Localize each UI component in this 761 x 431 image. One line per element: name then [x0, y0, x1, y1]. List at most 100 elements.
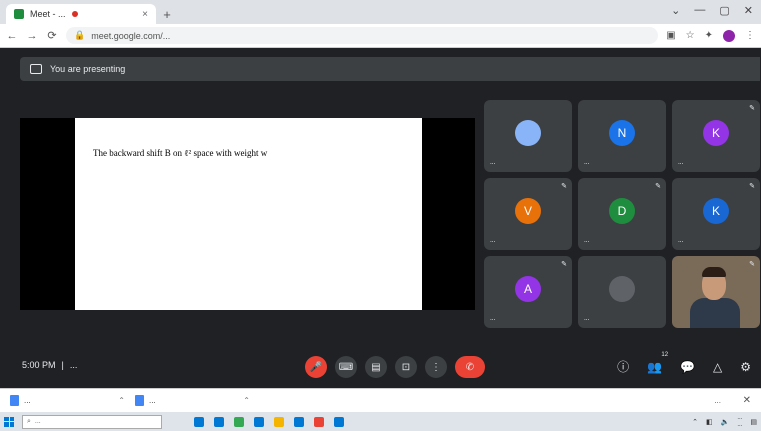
search-icon: ⌕ — [27, 417, 31, 425]
forward-icon[interactable]: → — [26, 30, 38, 42]
clock[interactable]: ... ... — [737, 415, 742, 429]
network-icon[interactable]: ◧ — [706, 418, 713, 426]
presenting-banner: You are presenting — [20, 57, 760, 81]
download-item[interactable]: ... ⌃ — [10, 395, 125, 406]
notifications-icon[interactable]: ▤ — [750, 418, 757, 426]
raise-hand-button[interactable]: ▤ — [365, 356, 387, 378]
camera-indicator-icon[interactable]: ▣ — [666, 30, 675, 42]
participant-photo — [515, 120, 541, 146]
new-tab-button[interactable]: + — [156, 4, 178, 24]
more-options-button[interactable]: ⋮ — [425, 356, 447, 378]
app-icon[interactable] — [214, 416, 224, 427]
volume-icon[interactable]: 🔈 — [721, 418, 730, 426]
store-icon[interactable] — [294, 416, 304, 427]
chevron-up-icon[interactable]: ⌃ — [243, 396, 250, 405]
others-tile[interactable]: ... — [578, 256, 666, 328]
mic-off-icon: ✎ — [749, 105, 755, 112]
self-video-tile[interactable]: ✎ — [672, 256, 760, 328]
meeting-code: ... — [69, 360, 78, 370]
url-text: meet.google.com/... — [91, 30, 171, 41]
windows-taskbar: ⌕ ... ⌃ ◧ 🔈 ... ... ▤ — [0, 412, 761, 431]
maximize-button[interactable]: ▢ — [719, 4, 729, 17]
meet-area: You are presenting The backward shift B … — [0, 48, 761, 388]
screen: Meet - ... × + ⌄ — ▢ ✕ ← → ⟳ 🔒 meet.goog… — [0, 0, 761, 431]
recording-dot-icon — [71, 11, 78, 17]
system-tray: ⌃ ◧ 🔈 ... ... ▤ — [692, 415, 761, 429]
participant-name: ... — [678, 237, 684, 244]
tab-title: Meet - ... — [30, 9, 66, 19]
meet-favicon-icon — [14, 9, 24, 19]
close-window-button[interactable]: ✕ — [744, 4, 753, 17]
present-button[interactable]: ⊡ — [395, 356, 417, 378]
menu-icon[interactable]: ⋮ — [745, 30, 755, 42]
file-explorer-icon[interactable] — [274, 416, 284, 427]
participant-name: ... — [490, 315, 496, 322]
participant-name: ... — [584, 159, 590, 166]
download-name: ... — [149, 396, 156, 405]
separator: | — [61, 360, 64, 370]
show-all-button[interactable]: ... — [714, 396, 721, 405]
taskbar-apps — [194, 416, 344, 427]
profile-avatar[interactable] — [723, 29, 735, 42]
participant-avatar: K — [703, 120, 729, 146]
people-count: 12 — [661, 351, 669, 358]
window-controls: ⌄ — ▢ ✕ — [671, 4, 753, 17]
others-avatars — [609, 276, 635, 302]
toolbar-actions: ▣ ☆ ✦ ⋮ — [666, 29, 755, 42]
tab-search-button[interactable]: ⌄ — [671, 4, 680, 17]
slide-text: The backward shift B on ℓ² space with we… — [93, 148, 267, 158]
close-downloads-button[interactable]: ✕ — [743, 395, 751, 406]
captions-button[interactable]: ⌨ — [335, 356, 357, 378]
chrome-icon[interactable] — [234, 416, 244, 427]
minimize-button[interactable]: — — [694, 4, 705, 17]
address-bar[interactable]: 🔒 meet.google.com/... — [66, 27, 659, 44]
host-controls-icon[interactable]: ⚙ — [740, 360, 751, 374]
app-icon[interactable] — [314, 416, 324, 427]
chevron-up-icon[interactable]: ⌃ — [692, 418, 698, 426]
meeting-time: 5:00 PM — [22, 360, 56, 370]
participant-avatar: K — [703, 198, 729, 224]
reload-icon[interactable]: ⟳ — [46, 29, 58, 42]
participant-tile[interactable]: ✎ V ... — [484, 178, 572, 250]
meet-controls-bar: 5:00 PM | ... 🎤 ⌨ ▤ ⊡ ⋮ ✆ ⓘ 👥 12 💬 △ ⚙ — [0, 348, 761, 388]
leave-call-button[interactable]: ✆ — [455, 356, 485, 378]
task-view-icon[interactable] — [194, 416, 204, 427]
download-item[interactable]: ... ⌃ — [135, 395, 250, 406]
edge-icon[interactable] — [254, 416, 264, 427]
participant-tile[interactable]: ✎ K ... — [672, 178, 760, 250]
participant-tile[interactable]: ✎ A ... — [484, 256, 572, 328]
tab-close-button[interactable]: × — [142, 9, 148, 20]
people-icon: 👥 — [647, 359, 663, 374]
file-icon — [10, 395, 19, 406]
browser-tab[interactable]: Meet - ... × — [6, 4, 156, 24]
windows-start-icon[interactable] — [4, 416, 14, 427]
app-icon[interactable] — [334, 416, 344, 427]
taskbar-search[interactable]: ⌕ ... — [22, 414, 162, 429]
participant-avatar: V — [515, 198, 541, 224]
slide-formula: on ℓ² space with weight w — [172, 148, 268, 158]
chevron-up-icon[interactable]: ⌃ — [118, 396, 125, 405]
participant-avatar: D — [609, 198, 635, 224]
activities-icon[interactable]: △ — [713, 360, 722, 374]
bookmark-star-icon[interactable]: ☆ — [686, 30, 695, 42]
file-icon — [135, 395, 144, 406]
browser-toolbar: ← → ⟳ 🔒 meet.google.com/... ▣ ☆ ✦ ⋮ — [0, 24, 761, 48]
info-icon[interactable]: ⓘ — [617, 358, 629, 375]
mic-off-icon: ✎ — [749, 261, 755, 268]
people-button[interactable]: 👥 12 — [647, 352, 668, 374]
extensions-icon[interactable]: ✦ — [705, 30, 713, 42]
lock-icon: 🔒 — [74, 30, 86, 40]
presentation-stage: The backward shift B on ℓ² space with we… — [20, 118, 475, 310]
chat-icon[interactable]: 💬 — [680, 360, 695, 374]
browser-tabstrip: Meet - ... × + ⌄ — ▢ ✕ — [0, 0, 761, 24]
meeting-info: 5:00 PM | ... — [22, 360, 77, 370]
participant-tile[interactable]: ✎ D ... — [578, 178, 666, 250]
slide: The backward shift B on ℓ² space with we… — [75, 118, 422, 310]
mic-toggle-button[interactable]: 🎤 — [305, 356, 327, 378]
back-icon[interactable]: ← — [6, 30, 18, 42]
participant-tile[interactable]: ✎ K ... — [672, 100, 760, 172]
presenting-text: You are presenting — [50, 64, 126, 74]
video-person — [690, 298, 740, 328]
participant-tile[interactable]: ... — [484, 100, 572, 172]
participant-tile[interactable]: N ... — [578, 100, 666, 172]
